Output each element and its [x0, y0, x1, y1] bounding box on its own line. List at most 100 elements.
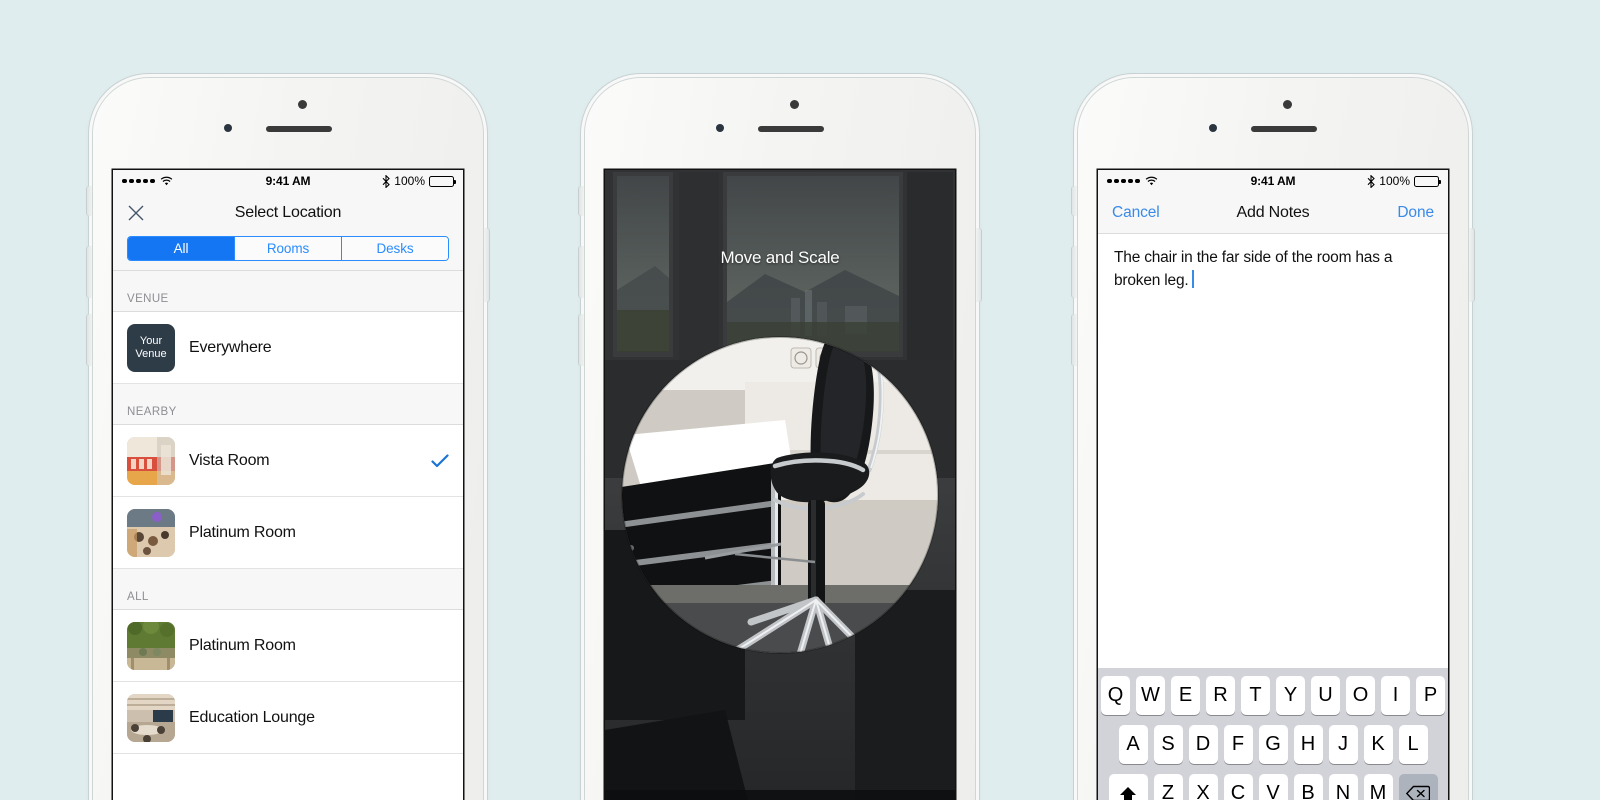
volume-down-button[interactable]	[87, 314, 92, 366]
power-button[interactable]	[976, 228, 981, 302]
power-button[interactable]	[1469, 228, 1474, 302]
section-header-all: ALL	[113, 569, 463, 610]
earpiece-speaker-icon	[1251, 126, 1317, 132]
move-and-scale-label: Move and Scale	[720, 248, 840, 267]
screenshot-stage: 9:41 AM 100% Select Location All Rooms D…	[0, 0, 1600, 800]
status-bar-right: 100%	[1367, 174, 1442, 188]
badge-line-1: Your	[139, 335, 163, 347]
volume-up-button[interactable]	[1072, 246, 1077, 298]
list-item-platinum-room-nearby[interactable]: Platinum Room	[113, 497, 463, 569]
key-q[interactable]: Q	[1101, 676, 1130, 715]
cancel-button[interactable]: Cancel	[1112, 204, 1160, 222]
status-bar-left	[122, 176, 173, 187]
battery-full-icon	[429, 175, 457, 187]
location-list[interactable]: VENUE Your Venue Everywhere NEARBY Vista…	[113, 271, 463, 800]
onscreen-keyboard[interactable]: Q W E R T Y U O I P A S D F G H J K L Z …	[1098, 668, 1448, 800]
tab-desks[interactable]: Desks	[341, 237, 448, 260]
wifi-icon	[160, 176, 172, 185]
your-venue-badge: Your Venue	[127, 323, 175, 372]
phone-device-2: Move and Scale Retake Use Photo	[579, 78, 981, 800]
photo-crop-view[interactable]: Move and Scale Retake Use Photo	[605, 170, 955, 800]
list-item-education-lounge[interactable]: Education Lounge	[113, 682, 463, 754]
front-camera-icon	[224, 124, 232, 132]
front-camera-icon	[716, 124, 724, 132]
keyboard-row-1: Q W E R T Y U O I P	[1101, 676, 1445, 715]
key-m[interactable]: M	[1363, 774, 1393, 800]
key-w[interactable]: W	[1136, 676, 1165, 715]
note-text: The chair in the far side of the room ha…	[1114, 249, 1393, 289]
front-camera-icon	[1209, 124, 1217, 132]
screen-add-notes: 9:41 AM 100% Cancel Add Notes Done The c…	[1098, 170, 1448, 800]
battery-percent-label: 100%	[394, 174, 425, 188]
key-c[interactable]: C	[1223, 774, 1253, 800]
key-f[interactable]: F	[1223, 725, 1253, 764]
earpiece-speaker-icon	[266, 126, 332, 132]
volume-down-button[interactable]	[579, 314, 584, 366]
segmented-control[interactable]: All Rooms Desks	[127, 236, 449, 261]
list-item-platinum-room-all[interactable]: Platinum Room	[113, 610, 463, 682]
key-k[interactable]: K	[1363, 725, 1393, 764]
key-t[interactable]: T	[1241, 676, 1270, 715]
key-h[interactable]: H	[1293, 725, 1323, 764]
silent-switch[interactable]	[87, 186, 92, 216]
phone-device-1: 9:41 AM 100% Select Location All Rooms D…	[87, 78, 489, 800]
bluetooth-icon	[382, 174, 391, 188]
volume-up-button[interactable]	[579, 246, 584, 298]
checkmark-icon	[431, 453, 449, 467]
bluetooth-icon	[1367, 174, 1376, 188]
key-p[interactable]: P	[1416, 676, 1445, 715]
tab-rooms[interactable]: Rooms	[234, 237, 341, 260]
delete-backspace-icon[interactable]	[1398, 774, 1438, 800]
platinum-room-photo	[127, 508, 175, 557]
battery-full-icon	[1414, 175, 1442, 187]
vista-room-photo	[127, 436, 175, 485]
list-item-vista-room[interactable]: Vista Room	[113, 425, 463, 497]
key-v[interactable]: V	[1258, 774, 1288, 800]
key-u[interactable]: U	[1311, 676, 1340, 715]
key-o[interactable]: O	[1346, 676, 1375, 715]
nav-bar-add-notes: Cancel Add Notes Done	[1098, 192, 1448, 234]
key-n[interactable]: N	[1328, 774, 1358, 800]
done-button[interactable]: Done	[1397, 204, 1434, 222]
key-l[interactable]: L	[1398, 725, 1428, 764]
keyboard-row-2: A S D F G H J K L	[1101, 725, 1445, 764]
shift-up-arrow-icon[interactable]	[1108, 774, 1148, 800]
volume-down-button[interactable]	[1072, 314, 1077, 366]
list-item-label: Platinum Room	[189, 523, 296, 541]
section-header-nearby: NEARBY	[113, 384, 463, 425]
key-b[interactable]: B	[1293, 774, 1323, 800]
status-bar-left	[1107, 176, 1158, 187]
status-bar: 9:41 AM 100%	[1098, 170, 1448, 192]
list-item-label: Education Lounge	[189, 708, 315, 726]
segmented-control-container: All Rooms Desks	[113, 234, 463, 271]
silent-switch[interactable]	[579, 186, 584, 216]
list-item-label: Everywhere	[189, 338, 272, 356]
list-item-label: Platinum Room	[189, 636, 296, 654]
key-x[interactable]: X	[1188, 774, 1218, 800]
key-e[interactable]: E	[1171, 676, 1200, 715]
power-button[interactable]	[484, 228, 489, 302]
silent-switch[interactable]	[1072, 186, 1077, 216]
battery-percent-label: 100%	[1379, 174, 1410, 188]
key-a[interactable]: A	[1118, 725, 1148, 764]
proximity-sensor-icon	[1283, 100, 1292, 109]
key-j[interactable]: J	[1328, 725, 1358, 764]
signal-dots-icon	[1107, 178, 1140, 184]
wifi-icon	[1145, 176, 1157, 185]
key-g[interactable]: G	[1258, 725, 1288, 764]
key-i[interactable]: I	[1381, 676, 1410, 715]
key-s[interactable]: S	[1153, 725, 1183, 764]
proximity-sensor-icon	[298, 100, 307, 109]
tab-all[interactable]: All	[128, 237, 234, 260]
education-lounge-photo	[127, 693, 175, 742]
key-y[interactable]: Y	[1276, 676, 1305, 715]
proximity-sensor-icon	[790, 100, 799, 109]
badge-line-2: Venue	[135, 347, 167, 360]
key-z[interactable]: Z	[1153, 774, 1183, 800]
volume-up-button[interactable]	[87, 246, 92, 298]
key-d[interactable]: D	[1188, 725, 1218, 764]
list-item-everywhere[interactable]: Your Venue Everywhere	[113, 312, 463, 384]
notes-textarea[interactable]: The chair in the far side of the room ha…	[1098, 234, 1448, 562]
key-r[interactable]: R	[1206, 676, 1235, 715]
close-x-icon[interactable]	[127, 204, 145, 222]
